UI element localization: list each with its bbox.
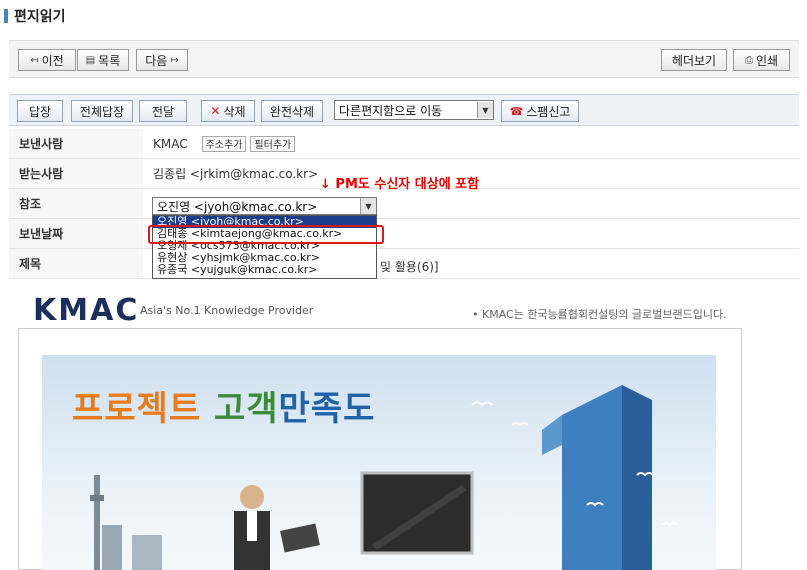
bird-shape bbox=[661, 522, 679, 527]
title-marker bbox=[4, 9, 8, 23]
bird-shape bbox=[471, 401, 493, 407]
prev-button[interactable]: ↤ 이전 bbox=[18, 49, 76, 71]
from-row: 보낸사람 KMAC 주소추가 필터추가 bbox=[9, 129, 799, 159]
next-label: 다음 bbox=[145, 53, 168, 68]
banner-illustration bbox=[90, 385, 679, 570]
chevron-down-icon: ▼ bbox=[360, 198, 376, 214]
arrow-right-icon: ↦ bbox=[170, 54, 179, 66]
spam-report-label: 스팸신고 bbox=[526, 104, 571, 119]
add-filter-button[interactable]: 필터추가 bbox=[250, 135, 296, 152]
reply-all-label: 전체답장 bbox=[79, 104, 125, 119]
building-shape bbox=[102, 525, 122, 570]
move-folder-select[interactable]: 다른편지함으로 이동 ▼ bbox=[334, 100, 494, 120]
list-button[interactable]: ▤ 목록 bbox=[77, 49, 129, 71]
person-shirt bbox=[247, 511, 257, 541]
person-head bbox=[240, 485, 264, 509]
page-title: 편지읽기 bbox=[14, 9, 66, 25]
document-icon: ▤ bbox=[85, 54, 96, 66]
cc-select[interactable]: 오진영 <jyoh@kmac.co.kr> ▼ bbox=[152, 197, 377, 215]
print-label: 인쇄 bbox=[755, 53, 779, 68]
tower-shape bbox=[94, 475, 100, 570]
forward-label: 전달 bbox=[151, 104, 175, 119]
reply-label: 답장 bbox=[28, 104, 52, 119]
action-toolbar: 답장 전체답장 전달 ✕ 삭제 완전삭제 다른편지함으로 이동 ▼ ☎ 스팸신고 bbox=[9, 94, 799, 126]
header-view-label: 헤더보기 bbox=[671, 53, 717, 68]
printer-icon: ⎙ bbox=[744, 54, 753, 66]
number-one-shape bbox=[562, 385, 622, 570]
promo-banner: 프로젝트 고객만족도 bbox=[42, 355, 716, 570]
delete-permanent-button[interactable]: 완전삭제 bbox=[261, 100, 323, 122]
to-value: 김종립 <jrkim@kmac.co.kr> bbox=[153, 167, 319, 181]
move-folder-value: 다른편지함으로 이동 bbox=[339, 103, 443, 118]
cc-label: 참조 bbox=[9, 189, 143, 218]
annotation-note: ↓ PM도 수신자 대상에 포함 bbox=[320, 177, 480, 192]
cc-selected-value: 오진영 <jyoh@kmac.co.kr> bbox=[157, 199, 318, 214]
subject-label: 제목 bbox=[9, 249, 143, 278]
print-button[interactable]: ⎙ 인쇄 bbox=[733, 49, 790, 71]
forward-button[interactable]: 전달 bbox=[139, 100, 187, 122]
tower-deck-shape bbox=[90, 495, 104, 501]
cc-row: 참조 bbox=[9, 189, 799, 219]
to-label: 받는사람 bbox=[9, 159, 143, 188]
from-value-container: KMAC 주소추가 필터추가 bbox=[143, 135, 296, 152]
from-value: KMAC bbox=[153, 136, 188, 151]
reply-button[interactable]: 답장 bbox=[17, 100, 63, 122]
siren-icon: ☎ bbox=[509, 104, 524, 118]
number-one-flag bbox=[542, 415, 562, 455]
highlight-annotation-box bbox=[148, 225, 384, 244]
number-one-side bbox=[622, 385, 652, 570]
header-view-button[interactable]: 헤더보기 bbox=[661, 49, 727, 71]
date-label: 보낸날짜 bbox=[9, 219, 143, 248]
subject-value: 및 활용(6)] bbox=[380, 260, 439, 274]
spam-report-button[interactable]: ☎ 스팸신고 bbox=[501, 100, 579, 122]
reply-all-button[interactable]: 전체답장 bbox=[71, 100, 133, 122]
tablet-shape bbox=[280, 523, 320, 553]
arrow-left-icon: ↤ bbox=[30, 54, 39, 66]
kmac-description: • KMAC는 한국능률협회컨설팅의 글로벌브랜드입니다. bbox=[472, 308, 727, 321]
close-icon: ✕ bbox=[210, 104, 221, 118]
list-label: 목록 bbox=[98, 53, 121, 68]
delete-permanent-label: 완전삭제 bbox=[269, 104, 315, 119]
delete-button[interactable]: ✕ 삭제 bbox=[201, 100, 255, 122]
add-address-button[interactable]: 주소추가 bbox=[201, 135, 247, 152]
building-shape bbox=[132, 535, 162, 570]
from-label: 보낸사람 bbox=[9, 129, 143, 158]
kmac-tagline: Asia's No.1 Knowledge Provider bbox=[140, 304, 314, 317]
chevron-down-icon: ▼ bbox=[477, 102, 493, 118]
cc-option[interactable]: 유종국 <yujguk@kmac.co.kr> bbox=[153, 264, 376, 276]
date-row: 보낸날짜 bbox=[9, 219, 799, 249]
prev-label: 이전 bbox=[41, 53, 64, 68]
navigation-toolbar: ↤ 이전 ▤ 목록 다음 ↦ 헤더보기 ⎙ 인쇄 bbox=[9, 40, 799, 78]
bird-shape bbox=[511, 422, 529, 427]
kmac-logo: KMAC bbox=[33, 293, 140, 328]
mail-header-fields: 보낸사람 KMAC 주소추가 필터추가 받는사람 김종립 <jrkim@kmac… bbox=[9, 129, 799, 279]
next-button[interactable]: 다음 ↦ bbox=[136, 49, 188, 71]
delete-label: 삭제 bbox=[223, 104, 246, 119]
page-header: 편지읽기 bbox=[4, 6, 66, 26]
